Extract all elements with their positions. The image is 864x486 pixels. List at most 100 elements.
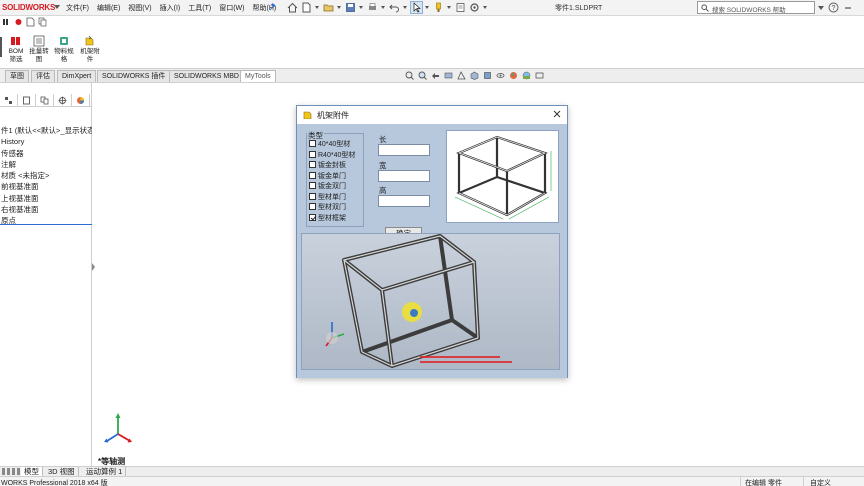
file-properties-icon[interactable] [455,2,466,13]
property-manager-icon [23,96,30,105]
tab-mytools[interactable]: MyTools [240,70,276,82]
previous-view-icon[interactable] [431,71,440,80]
display-style-icon[interactable] [483,71,492,80]
section-view-icon[interactable] [444,71,453,80]
checkbox[interactable] [309,161,316,168]
record-icon[interactable] [14,17,23,27]
tab-solidworks-mbd[interactable]: SOLIDWORKS MBD [169,70,244,82]
view-orientation-icon[interactable] [470,71,479,80]
bom-filter-label: BOM 筛选 [8,48,24,63]
open-dropdown-icon[interactable] [337,2,342,13]
option-sheet-metal-single-door[interactable]: 钣金单门 [309,171,346,181]
save-dropdown-icon[interactable] [359,2,364,13]
menu-edit[interactable]: 编辑(E) [93,3,124,13]
option-40x40-profile[interactable]: 40*40型材 [309,140,350,149]
save-icon[interactable] [345,2,356,13]
batch-convert-button[interactable]: 批量转 图 [27,35,51,64]
copy-document-icon[interactable] [38,17,47,27]
tab-sketch[interactable]: 草图 [5,70,29,82]
menu-tools[interactable]: 工具(T) [184,3,215,13]
units-custom-button[interactable]: 自定义 [810,478,831,486]
zoom-area-icon[interactable] [418,71,427,80]
solidworks-logo[interactable]: SOLIDWORKS [2,3,55,12]
menu-file[interactable]: 文件(F) [62,3,93,13]
rebuild-dropdown-icon[interactable] [447,2,452,13]
option-profile-double-door[interactable]: 型材双门 [309,203,346,212]
pause-icon[interactable] [2,17,11,27]
width-input[interactable] [378,170,430,182]
tab-dimxpert[interactable]: DimXpert [57,70,97,82]
view-settings-icon[interactable] [535,71,544,80]
document-icon[interactable] [26,17,35,27]
tree-root-part[interactable]: 件1 (默认<<默认>_显示状态 [0,125,92,136]
option-profile-single-door[interactable]: 型材单门 [309,192,346,202]
new-document-icon[interactable] [301,2,312,13]
logo-menu-arrow-icon[interactable] [54,5,60,9]
print-icon[interactable] [367,2,378,13]
checkbox[interactable] [309,140,316,147]
tab-evaluate[interactable]: 评估 [31,70,55,82]
tab-scroll-arrows[interactable] [2,468,20,475]
close-icon[interactable] [552,109,562,119]
minimize-icon[interactable] [843,2,853,13]
hide-show-items-icon[interactable] [496,71,505,80]
undo-dropdown-icon[interactable] [403,2,408,13]
tree-item-right-plane[interactable]: 右视基准面 [0,204,92,215]
rollback-bar[interactable] [0,224,92,225]
frame-accessory-button[interactable]: 机架附 件 [78,35,102,64]
option-sheet-metal-panel[interactable]: 钣金封板 [309,161,346,170]
checkbox-checked[interactable] [309,213,316,221]
menu-view[interactable]: 视图(V) [124,3,155,13]
length-input[interactable] [378,144,430,156]
undo-icon[interactable] [389,2,400,13]
status-product-text: WORKS Professional 2018 x64 版 [1,480,108,486]
bottom-tabs-bar: 模型 3D 视图 运动算例 1 [0,466,864,477]
logo-text: SOLIDWORKS [2,3,56,12]
help-search-box[interactable]: 搜索 SOLIDWORKS 帮助 [697,1,815,14]
checkbox[interactable] [309,171,316,179]
option-sheet-metal-double-door[interactable]: 钣金双门 [309,182,346,191]
frame-preview-image [446,130,559,223]
pin-icon[interactable] [270,3,277,11]
dimxpert-manager-tab[interactable] [54,94,72,107]
edit-appearance-icon[interactable] [509,71,518,80]
select-dropdown-icon[interactable] [425,2,430,13]
home-icon[interactable] [287,2,298,13]
dialog-title-bar[interactable]: 机架附件 [297,106,567,123]
help-icon[interactable]: ? [828,2,839,13]
tree-item-front-plane[interactable]: 前视基准面 [0,181,92,192]
search-dropdown-icon[interactable] [818,6,824,10]
apply-scene-icon[interactable] [522,71,531,80]
checkbox[interactable] [309,150,316,158]
dynamic-annotation-icon[interactable] [457,71,466,80]
tree-item-sensors[interactable]: 传感器 [0,148,92,159]
height-input[interactable] [378,195,430,207]
options-dropdown-icon[interactable] [483,2,488,13]
new-dropdown-icon[interactable] [315,2,320,13]
checkbox[interactable] [309,203,316,210]
tree-item-history[interactable]: History [0,136,92,147]
property-manager-tab[interactable] [18,94,36,107]
checkbox[interactable] [309,192,316,200]
material-spec-button[interactable]: 物料规 格 [52,35,76,64]
display-manager-tab[interactable] [72,94,90,107]
option-profile-frame[interactable]: 型材框架 [309,213,346,223]
rebuild-icon[interactable] [433,2,444,13]
print-dropdown-icon[interactable] [381,2,386,13]
tree-item-material[interactable]: 材质 <未指定> [0,170,92,181]
select-pointer-icon[interactable] [410,1,423,14]
checkbox[interactable] [309,182,316,189]
tab-solidworks-addins[interactable]: SOLIDWORKS 插件 [97,70,171,82]
feature-tree-tab[interactable] [0,94,18,107]
options-gear-icon[interactable] [469,2,480,13]
tree-item-top-plane[interactable]: 上视基准面 [0,193,92,204]
configuration-manager-tab[interactable] [36,94,54,107]
option-r40x40-profile[interactable]: R40*40型材 [309,150,355,160]
tree-item-annotations[interactable]: 注解 [0,159,92,170]
menu-window[interactable]: 窗口(W) [215,3,248,13]
bom-filter-button[interactable]: BOM 筛选 [4,35,28,64]
open-folder-icon[interactable] [323,2,334,13]
panel-collapse-handle[interactable] [92,260,96,274]
zoom-to-fit-icon[interactable] [405,71,414,80]
menu-insert[interactable]: 插入(I) [156,3,185,13]
